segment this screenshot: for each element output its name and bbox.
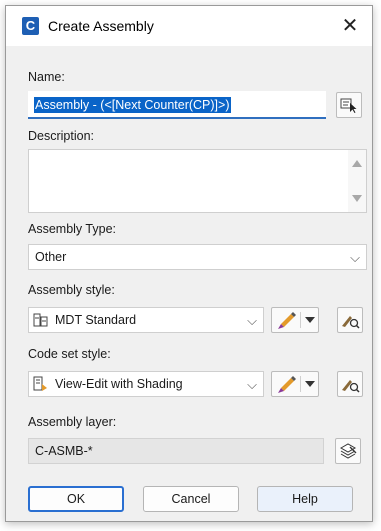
edit-style-icon: [278, 312, 296, 329]
scroll-down-icon[interactable]: [352, 195, 362, 202]
ok-button[interactable]: OK: [28, 486, 124, 512]
name-input[interactable]: Assembly - (<[Next Counter(CP)]>): [28, 91, 326, 119]
assembly-layer-label: Assembly layer:: [28, 415, 117, 429]
app-icon: C: [22, 17, 39, 35]
dialog-title: Create Assembly: [48, 18, 154, 34]
close-icon[interactable]: ✕: [336, 12, 364, 40]
assembly-style-value: MDT Standard: [55, 313, 137, 327]
split-divider: [300, 312, 301, 328]
preview-style-icon: [342, 316, 360, 329]
assembly-style-label: Assembly style:: [28, 283, 115, 297]
description-scrollbar[interactable]: [348, 150, 366, 212]
assembly-type-select[interactable]: Other ⌵: [28, 244, 367, 270]
name-template-icon: [340, 98, 357, 113]
chevron-down-icon: ⌵: [247, 313, 257, 328]
dropdown-arrow-icon[interactable]: [305, 381, 315, 387]
help-button[interactable]: Help: [257, 486, 353, 512]
layer-icon: [339, 443, 357, 459]
chevron-down-icon: ⌵: [247, 377, 257, 392]
code-set-style-select[interactable]: View-Edit with Shading ⌵: [28, 371, 264, 397]
assembly-type-label: Assembly Type:: [28, 222, 117, 236]
code-set-style-icon: [33, 376, 47, 391]
title-bar: C Create Assembly ✕: [6, 6, 372, 46]
layer-button[interactable]: [335, 438, 361, 464]
code-set-style-value: View-Edit with Shading: [55, 377, 183, 391]
create-assembly-dialog: C Create Assembly ✕ Name: Assembly - (<[…: [5, 5, 373, 522]
name-input-value: Assembly - (<[Next Counter(CP)]>): [34, 97, 231, 113]
code-set-style-preview-button[interactable]: [337, 371, 363, 397]
assembly-style-preview-button[interactable]: [337, 307, 363, 333]
assembly-layer-value: C-ASMB-*: [35, 444, 93, 458]
scroll-up-icon[interactable]: [352, 160, 362, 167]
assembly-style-edit-button[interactable]: [271, 307, 319, 333]
preview-style-icon: [342, 380, 360, 393]
assembly-style-select[interactable]: MDT Standard ⌵: [28, 307, 264, 333]
assembly-style-icon: [33, 313, 48, 327]
chevron-down-icon: ⌵: [350, 250, 360, 265]
assembly-type-value: Other: [35, 250, 67, 264]
split-divider: [300, 376, 301, 392]
cancel-button[interactable]: Cancel: [143, 486, 239, 512]
name-label: Name:: [28, 70, 65, 84]
assembly-layer-field: C-ASMB-*: [28, 438, 324, 464]
dropdown-arrow-icon[interactable]: [305, 317, 315, 323]
description-label: Description:: [28, 129, 94, 143]
description-field[interactable]: [28, 149, 367, 213]
code-set-style-label: Code set style:: [28, 347, 111, 361]
code-set-style-edit-button[interactable]: [271, 371, 319, 397]
name-template-button[interactable]: [336, 92, 362, 118]
edit-style-icon: [278, 376, 296, 393]
